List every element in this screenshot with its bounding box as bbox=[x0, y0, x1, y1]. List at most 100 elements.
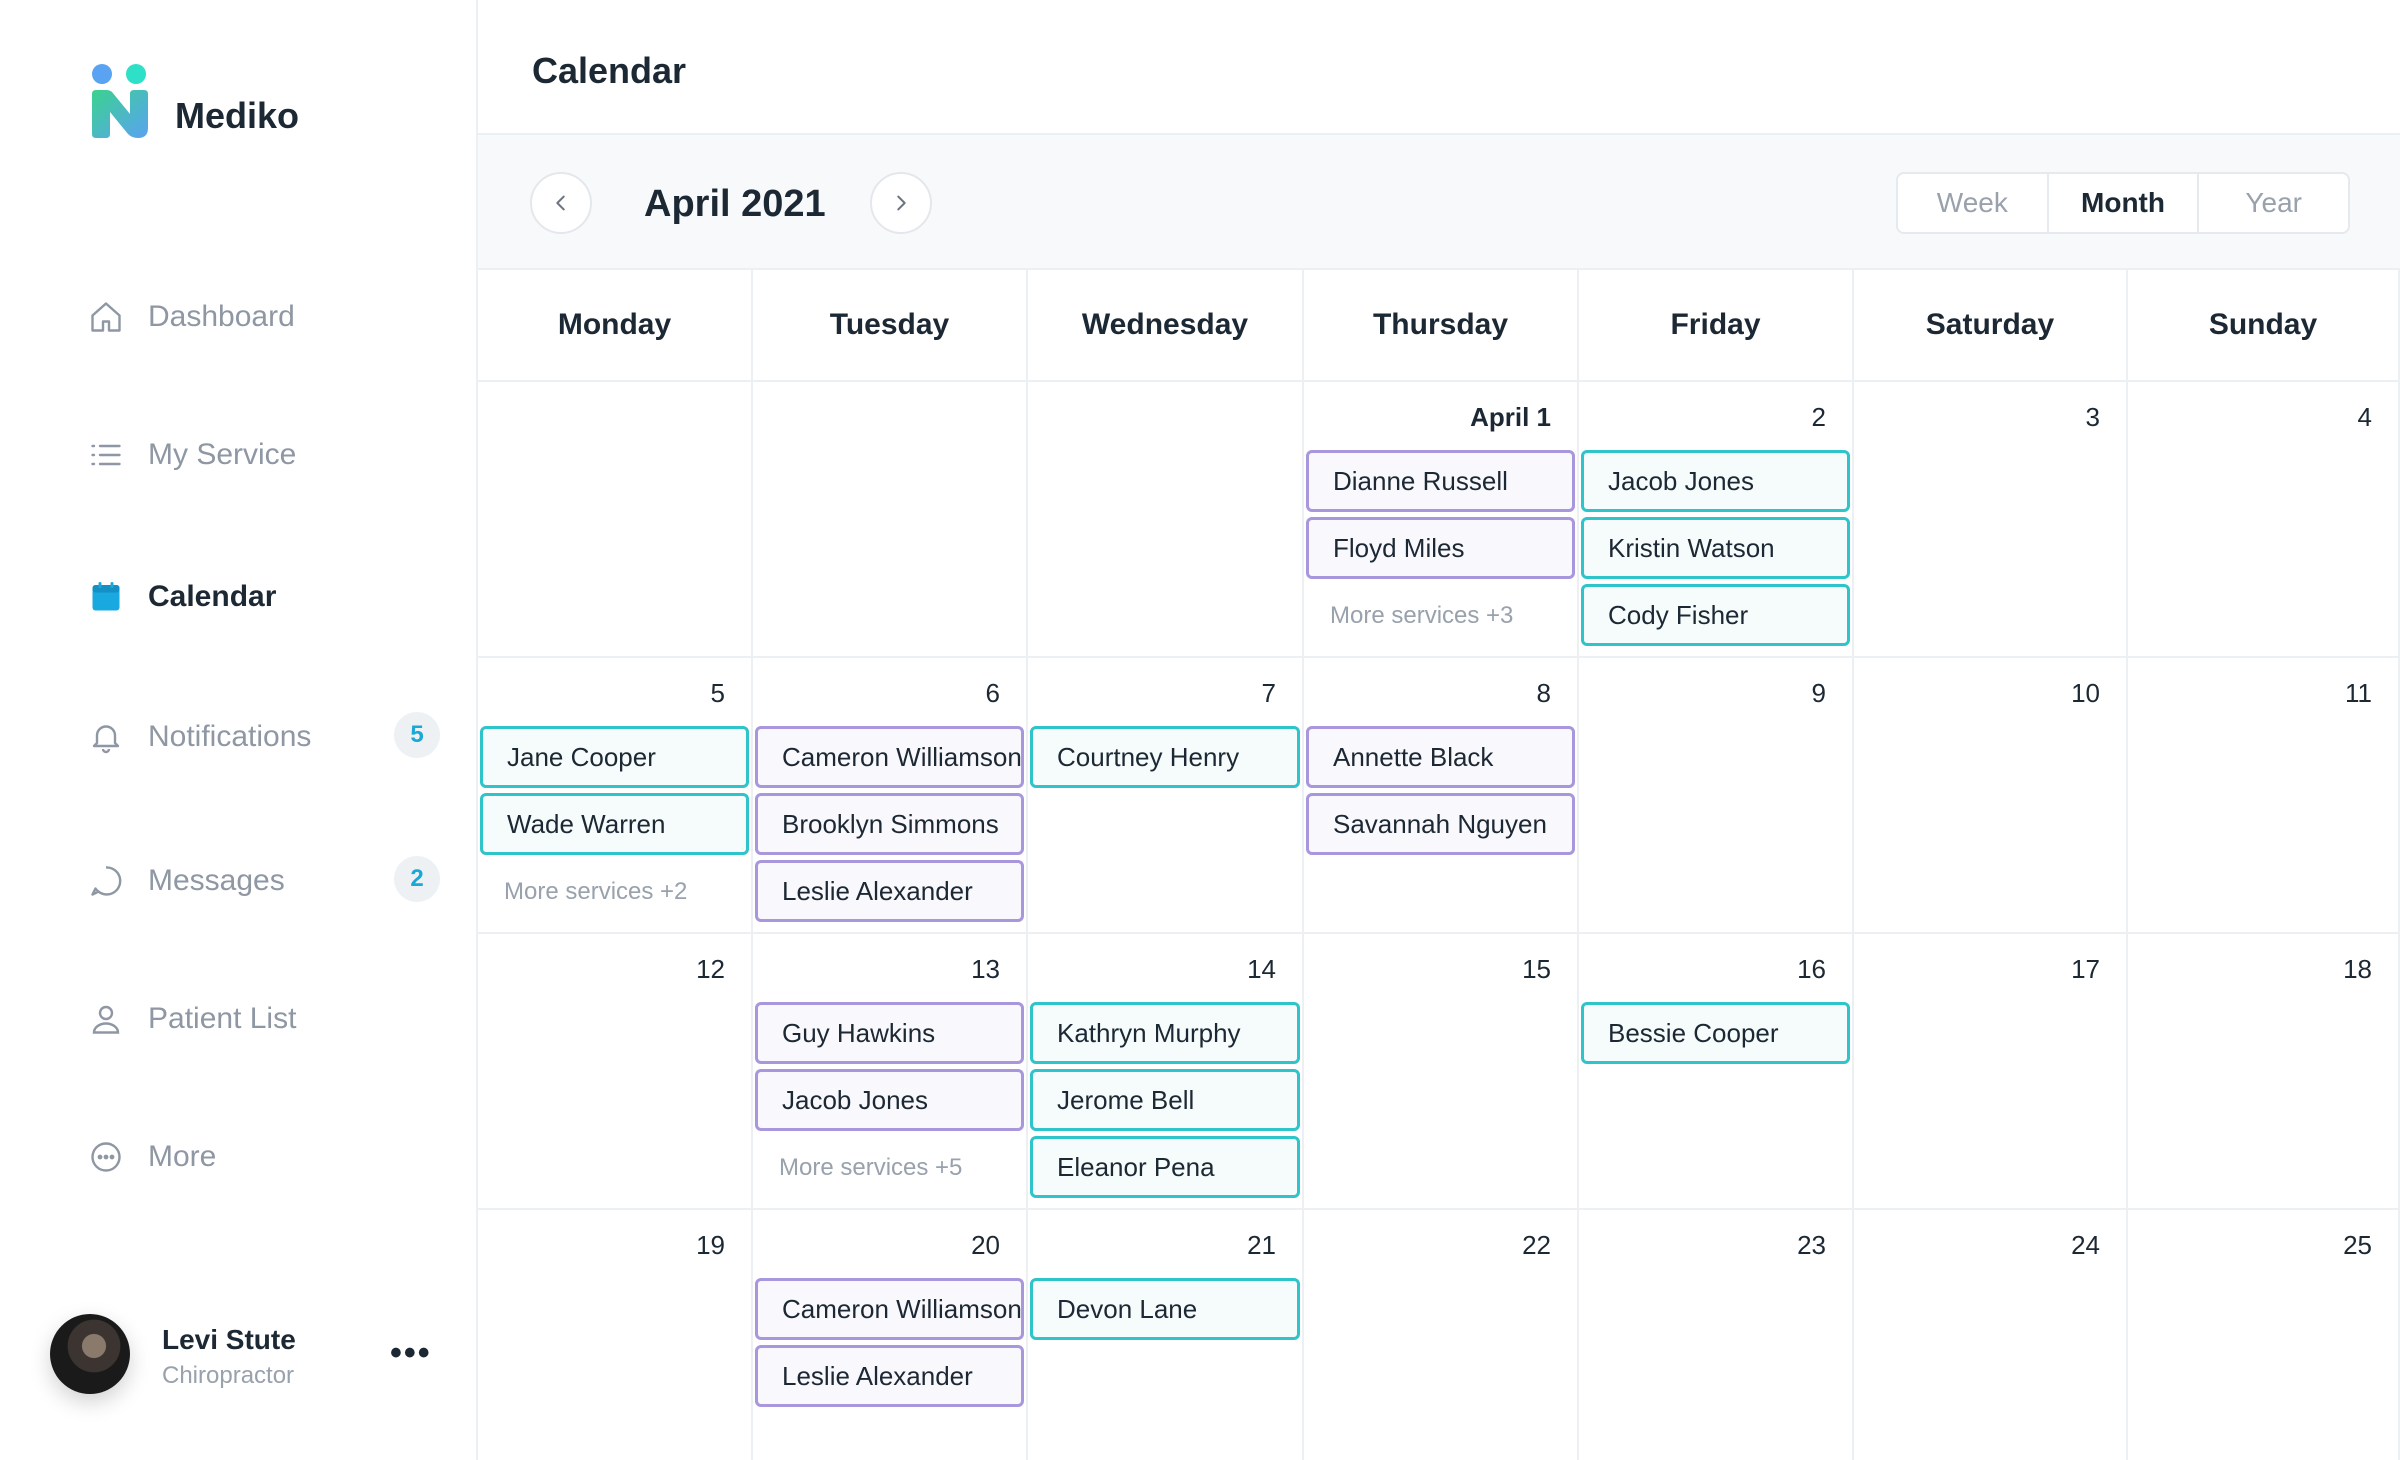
appointment-event[interactable]: Courtney Henry bbox=[1030, 726, 1300, 788]
day-cell[interactable]: 16 Bessie Cooper bbox=[1579, 934, 1854, 1210]
weekday-header: Sunday bbox=[2128, 270, 2400, 382]
day-cell[interactable]: 19 bbox=[478, 1210, 753, 1460]
weekday-header: Tuesday bbox=[753, 270, 1028, 382]
day-number: 19 bbox=[696, 1230, 725, 1260]
chevron-right-icon bbox=[897, 195, 906, 211]
view-year-button[interactable]: Year bbox=[2199, 174, 2348, 232]
next-month-button[interactable] bbox=[870, 172, 932, 234]
appointment-event[interactable]: Eleanor Pena bbox=[1030, 1136, 1300, 1198]
day-number: 22 bbox=[1522, 1230, 1551, 1260]
appointment-event[interactable]: Annette Black bbox=[1306, 726, 1575, 788]
previous-month-button[interactable] bbox=[530, 172, 592, 234]
appointment-event[interactable]: Leslie Alexander bbox=[755, 1345, 1024, 1407]
list-icon bbox=[88, 437, 124, 473]
more-services-link[interactable]: More services +3 bbox=[1330, 602, 1513, 630]
day-cell[interactable]: 22 bbox=[1304, 1210, 1579, 1460]
sidebar-item-label: Calendar bbox=[148, 580, 277, 613]
profile-role: Chiropractor bbox=[162, 1362, 295, 1389]
day-cell[interactable]: 15 bbox=[1304, 934, 1579, 1210]
day-number: 4 bbox=[2357, 402, 2372, 432]
day-cell[interactable]: 6 Cameron Williamson Brooklyn Simmons Lesli… bbox=[753, 658, 1028, 934]
view-month-button[interactable]: Month bbox=[2049, 174, 2200, 232]
appointment-event[interactable]: Guy Hawkins bbox=[755, 1002, 1024, 1064]
day-cell[interactable]: 13 Guy Hawkins Jacob Jones More services +5 bbox=[753, 934, 1028, 1210]
appointment-event[interactable]: Devon Lane bbox=[1030, 1278, 1300, 1340]
chat-icon bbox=[88, 863, 124, 899]
profile-name: Levi Stute bbox=[162, 1324, 296, 1355]
sidebar-item-label: Messages bbox=[148, 864, 285, 897]
appointment-event[interactable]: Floyd Miles bbox=[1306, 517, 1575, 579]
avatar[interactable] bbox=[50, 1314, 130, 1394]
day-cell[interactable]: 17 bbox=[1854, 934, 2128, 1210]
appointment-event[interactable]: Jacob Jones bbox=[1581, 450, 1850, 512]
day-cell[interactable]: 2 Jacob Jones Kristin Watson Cody Fisher bbox=[1579, 382, 1854, 658]
day-number: 12 bbox=[696, 954, 725, 984]
view-week-button[interactable]: Week bbox=[1898, 174, 2049, 232]
home-icon bbox=[88, 299, 124, 335]
appointment-event[interactable]: Bessie Cooper bbox=[1581, 1002, 1850, 1064]
appointment-event[interactable]: Cameron Williamson bbox=[755, 726, 1024, 788]
user-icon bbox=[88, 1001, 124, 1037]
sidebar-item-more[interactable]: More bbox=[88, 1132, 448, 1182]
appointment-event[interactable]: Dianne Russell bbox=[1306, 450, 1575, 512]
day-cell[interactable]: 5 Jane Cooper Wade Warren More services +2 bbox=[478, 658, 753, 934]
day-cell[interactable]: 18 bbox=[2128, 934, 2400, 1210]
day-cell[interactable]: 3 bbox=[1854, 382, 2128, 658]
more-services-link[interactable]: More services +2 bbox=[504, 878, 687, 906]
weekday-header: Monday bbox=[478, 270, 753, 382]
appointment-event[interactable]: Cameron Williamson bbox=[755, 1278, 1024, 1340]
notifications-badge: 5 bbox=[394, 712, 440, 758]
sidebar-item-notifications[interactable]: Notifications 5 bbox=[88, 712, 448, 762]
appointment-event[interactable]: Cody Fisher bbox=[1581, 584, 1850, 646]
appointment-event[interactable]: Leslie Alexander bbox=[755, 860, 1024, 922]
profile-menu-button[interactable]: ••• bbox=[390, 1334, 432, 1373]
appointment-event[interactable]: Jane Cooper bbox=[480, 726, 749, 788]
day-cell[interactable]: 20 Cameron Williamson Leslie Alexander bbox=[753, 1210, 1028, 1460]
day-cell[interactable]: 12 bbox=[478, 934, 753, 1210]
calendar-icon bbox=[88, 579, 124, 615]
appointment-event[interactable]: Savannah Nguyen bbox=[1306, 793, 1575, 855]
day-cell[interactable]: 8 Annette Black Savannah Nguyen bbox=[1304, 658, 1579, 934]
day-cell[interactable] bbox=[1028, 382, 1304, 658]
more-services-link[interactable]: More services +5 bbox=[779, 1154, 962, 1182]
appointment-event[interactable]: Brooklyn Simmons bbox=[755, 793, 1024, 855]
day-number: 9 bbox=[1811, 678, 1826, 708]
sidebar-item-my-service[interactable]: My Service bbox=[88, 430, 448, 480]
day-number: 16 bbox=[1797, 954, 1826, 984]
appointment-event[interactable]: Kathryn Murphy bbox=[1030, 1002, 1300, 1064]
day-number: 10 bbox=[2071, 678, 2100, 708]
calendar-toolbar: April 2021 Week Month Year bbox=[478, 135, 2400, 270]
appointment-event[interactable]: Wade Warren bbox=[480, 793, 749, 855]
day-cell[interactable]: April 1 Dianne Russell Floyd Miles More ser… bbox=[1304, 382, 1579, 658]
day-cell[interactable]: 10 bbox=[1854, 658, 2128, 934]
day-cell[interactable] bbox=[478, 382, 753, 658]
sidebar-item-messages[interactable]: Messages 2 bbox=[88, 856, 448, 906]
day-cell[interactable]: 24 bbox=[1854, 1210, 2128, 1460]
sidebar: Mediko Dashboard My Service Calendar Not… bbox=[0, 0, 478, 1460]
sidebar-item-dashboard[interactable]: Dashboard bbox=[88, 292, 448, 342]
page-header: Calendar bbox=[478, 0, 2400, 135]
weekday-header: Wednesday bbox=[1028, 270, 1304, 382]
appointment-event[interactable]: Kristin Watson bbox=[1581, 517, 1850, 579]
sidebar-item-label: Patient List bbox=[148, 1002, 297, 1035]
sidebar-item-patient-list[interactable]: Patient List bbox=[88, 994, 448, 1044]
day-number: 7 bbox=[1261, 678, 1276, 708]
day-cell[interactable]: 14 Kathryn Murphy Jerome Bell Eleanor Pena bbox=[1028, 934, 1304, 1210]
chevron-left-icon bbox=[556, 195, 565, 211]
day-number: April 1 bbox=[1470, 402, 1551, 432]
day-cell[interactable]: 9 bbox=[1579, 658, 1854, 934]
sidebar-item-label: Notifications bbox=[148, 720, 312, 753]
day-cell[interactable]: 11 bbox=[2128, 658, 2400, 934]
sidebar-item-calendar[interactable]: Calendar bbox=[88, 572, 448, 622]
appointment-event[interactable]: Jacob Jones bbox=[755, 1069, 1024, 1131]
day-number: 17 bbox=[2071, 954, 2100, 984]
day-cell[interactable]: 21 Devon Lane bbox=[1028, 1210, 1304, 1460]
day-cell[interactable] bbox=[753, 382, 1028, 658]
day-number: 8 bbox=[1536, 678, 1551, 708]
day-cell[interactable]: 7 Courtney Henry bbox=[1028, 658, 1304, 934]
current-month-label: April 2021 bbox=[644, 183, 826, 225]
day-cell[interactable]: 25 bbox=[2128, 1210, 2400, 1460]
day-cell[interactable]: 23 bbox=[1579, 1210, 1854, 1460]
day-cell[interactable]: 4 bbox=[2128, 382, 2400, 658]
appointment-event[interactable]: Jerome Bell bbox=[1030, 1069, 1300, 1131]
